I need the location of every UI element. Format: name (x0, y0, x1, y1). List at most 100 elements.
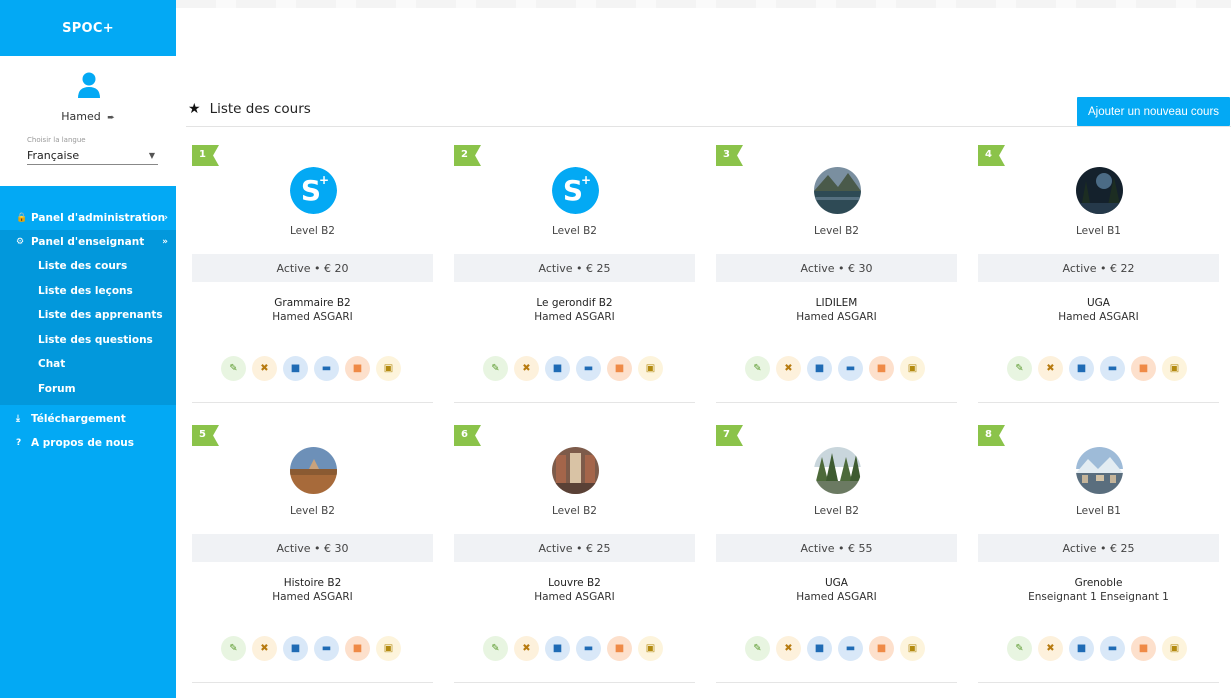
edit-button[interactable]: ✎ (483, 356, 508, 381)
edit-button[interactable]: ✎ (745, 636, 770, 661)
book-button[interactable]: ▬ (838, 636, 863, 661)
edit-button[interactable]: ✎ (1007, 636, 1032, 661)
delete-button[interactable]: ▣ (638, 636, 663, 661)
lessons-button[interactable]: ■ (807, 356, 832, 381)
gears-icon: ⚙ (16, 237, 25, 247)
course-thumbnail[interactable] (1076, 447, 1123, 494)
book-button[interactable]: ▬ (1100, 636, 1125, 661)
lessons-button[interactable]: ■ (283, 636, 308, 661)
file-icon: ■ (1138, 643, 1149, 654)
sidebar-item-learners[interactable]: Liste des apprenants (0, 303, 176, 328)
document-icon: ■ (290, 363, 301, 374)
course-number-badge: 4 (978, 145, 1005, 166)
lessons-button[interactable]: ■ (1069, 636, 1094, 661)
pencil-icon: ✎ (229, 643, 238, 654)
pencil-icon: ✎ (1015, 363, 1024, 374)
course-level: Level B2 (552, 505, 597, 517)
book-icon: ▬ (845, 363, 856, 374)
chevron-down-icon: ▼ (148, 151, 155, 160)
deactivate-button[interactable]: ✖ (252, 636, 277, 661)
course-number-badge: 8 (978, 425, 1005, 446)
edit-button[interactable]: ✎ (221, 636, 246, 661)
book-button[interactable]: ▬ (576, 356, 601, 381)
edit-button[interactable]: ✎ (221, 356, 246, 381)
deactivate-button[interactable]: ✖ (1038, 636, 1063, 661)
delete-button[interactable]: ▣ (900, 356, 925, 381)
edit-button[interactable]: ✎ (1007, 356, 1032, 381)
deactivate-button[interactable]: ✖ (1038, 356, 1063, 381)
book-button[interactable]: ▬ (838, 356, 863, 381)
trash-icon: ▣ (645, 643, 656, 654)
course-thumbnail[interactable] (290, 447, 337, 494)
delete-button[interactable]: ▣ (638, 356, 663, 381)
file-button[interactable]: ■ (607, 636, 632, 661)
lessons-button[interactable]: ■ (545, 356, 570, 381)
lessons-button[interactable]: ■ (807, 636, 832, 661)
course-thumbnail[interactable] (814, 167, 861, 214)
course-thumbnail[interactable] (552, 447, 599, 494)
user-avatar-icon (78, 72, 100, 98)
deactivate-button[interactable]: ✖ (252, 356, 277, 381)
deactivate-button[interactable]: ✖ (514, 636, 539, 661)
sidebar-item-about[interactable]: ? A propos de nous (0, 431, 176, 455)
sidebar-item-courses[interactable]: Liste des cours (0, 254, 176, 279)
course-actions: ✎ ✖ ■ ▬ ■ ▣ (1007, 636, 1187, 661)
deactivate-button[interactable]: ✖ (776, 356, 801, 381)
course-thumbnail[interactable] (814, 447, 861, 494)
file-button[interactable]: ■ (1131, 636, 1156, 661)
book-button[interactable]: ▬ (576, 636, 601, 661)
course-thumbnail[interactable]: S + (552, 167, 599, 214)
book-icon: ▬ (1107, 643, 1118, 654)
file-button[interactable]: ■ (869, 636, 894, 661)
sidebar-item-questions[interactable]: Liste des questions (0, 328, 176, 353)
lessons-button[interactable]: ■ (545, 636, 570, 661)
delete-button[interactable]: ▣ (1162, 636, 1187, 661)
file-button[interactable]: ■ (607, 356, 632, 381)
course-thumbnail[interactable] (1076, 167, 1123, 214)
course-teacher: Hamed ASGARI (272, 591, 353, 603)
sidebar-item-chat[interactable]: Chat (0, 352, 176, 377)
book-button[interactable]: ▬ (314, 636, 339, 661)
delete-button[interactable]: ▣ (376, 636, 401, 661)
edit-button[interactable]: ✎ (745, 356, 770, 381)
sidebar-item-forum[interactable]: Forum (0, 377, 176, 402)
delete-button[interactable]: ▣ (376, 356, 401, 381)
page-title-text: Liste des cours (209, 101, 311, 117)
book-button[interactable]: ▬ (314, 356, 339, 381)
add-course-button[interactable]: Ajouter un nouveau cours (1077, 97, 1230, 126)
course-actions: ✎ ✖ ■ ▬ ■ ▣ (221, 636, 401, 661)
file-button[interactable]: ■ (869, 356, 894, 381)
logout-icon[interactable]: ➨ (107, 113, 115, 123)
course-name: LIDILEM (815, 297, 858, 309)
course-thumbnail[interactable]: S + (290, 167, 337, 214)
file-button[interactable]: ■ (1131, 356, 1156, 381)
sidebar-item-lessons[interactable]: Liste des leçons (0, 279, 176, 304)
close-icon: ✖ (522, 363, 531, 374)
deactivate-button[interactable]: ✖ (776, 636, 801, 661)
file-button[interactable]: ■ (345, 356, 370, 381)
language-select[interactable]: Française ▼ (27, 147, 158, 165)
course-status: Active • € 20 (192, 254, 433, 282)
sidebar-item-teacher[interactable]: ⚙ Panel d'enseignant » (0, 230, 176, 254)
book-icon: ▬ (583, 643, 594, 654)
edit-button[interactable]: ✎ (483, 636, 508, 661)
close-icon: ✖ (260, 643, 269, 654)
book-button[interactable]: ▬ (1100, 356, 1125, 381)
delete-button[interactable]: ▣ (900, 636, 925, 661)
delete-button[interactable]: ▣ (1162, 356, 1187, 381)
course-number-badge: 2 (454, 145, 481, 166)
course-name: Louvre B2 (548, 577, 601, 589)
lessons-button[interactable]: ■ (1069, 356, 1094, 381)
chevron-down-icon: » (162, 237, 168, 247)
sidebar-item-download[interactable]: ⤓ Téléchargement (0, 407, 176, 431)
document-icon: ■ (1076, 643, 1087, 654)
lessons-button[interactable]: ■ (283, 356, 308, 381)
course-name: UGA (1086, 297, 1110, 309)
course-status: Active • € 22 (978, 254, 1219, 282)
sidebar-item-label: Panel d'enseignant (31, 236, 145, 248)
course-name: Grammaire B2 (274, 297, 351, 309)
sidebar-item-admin[interactable]: 🔒 Panel d'administration › (0, 206, 176, 230)
brand-logo[interactable]: SPOC+ (0, 0, 176, 56)
deactivate-button[interactable]: ✖ (514, 356, 539, 381)
file-button[interactable]: ■ (345, 636, 370, 661)
